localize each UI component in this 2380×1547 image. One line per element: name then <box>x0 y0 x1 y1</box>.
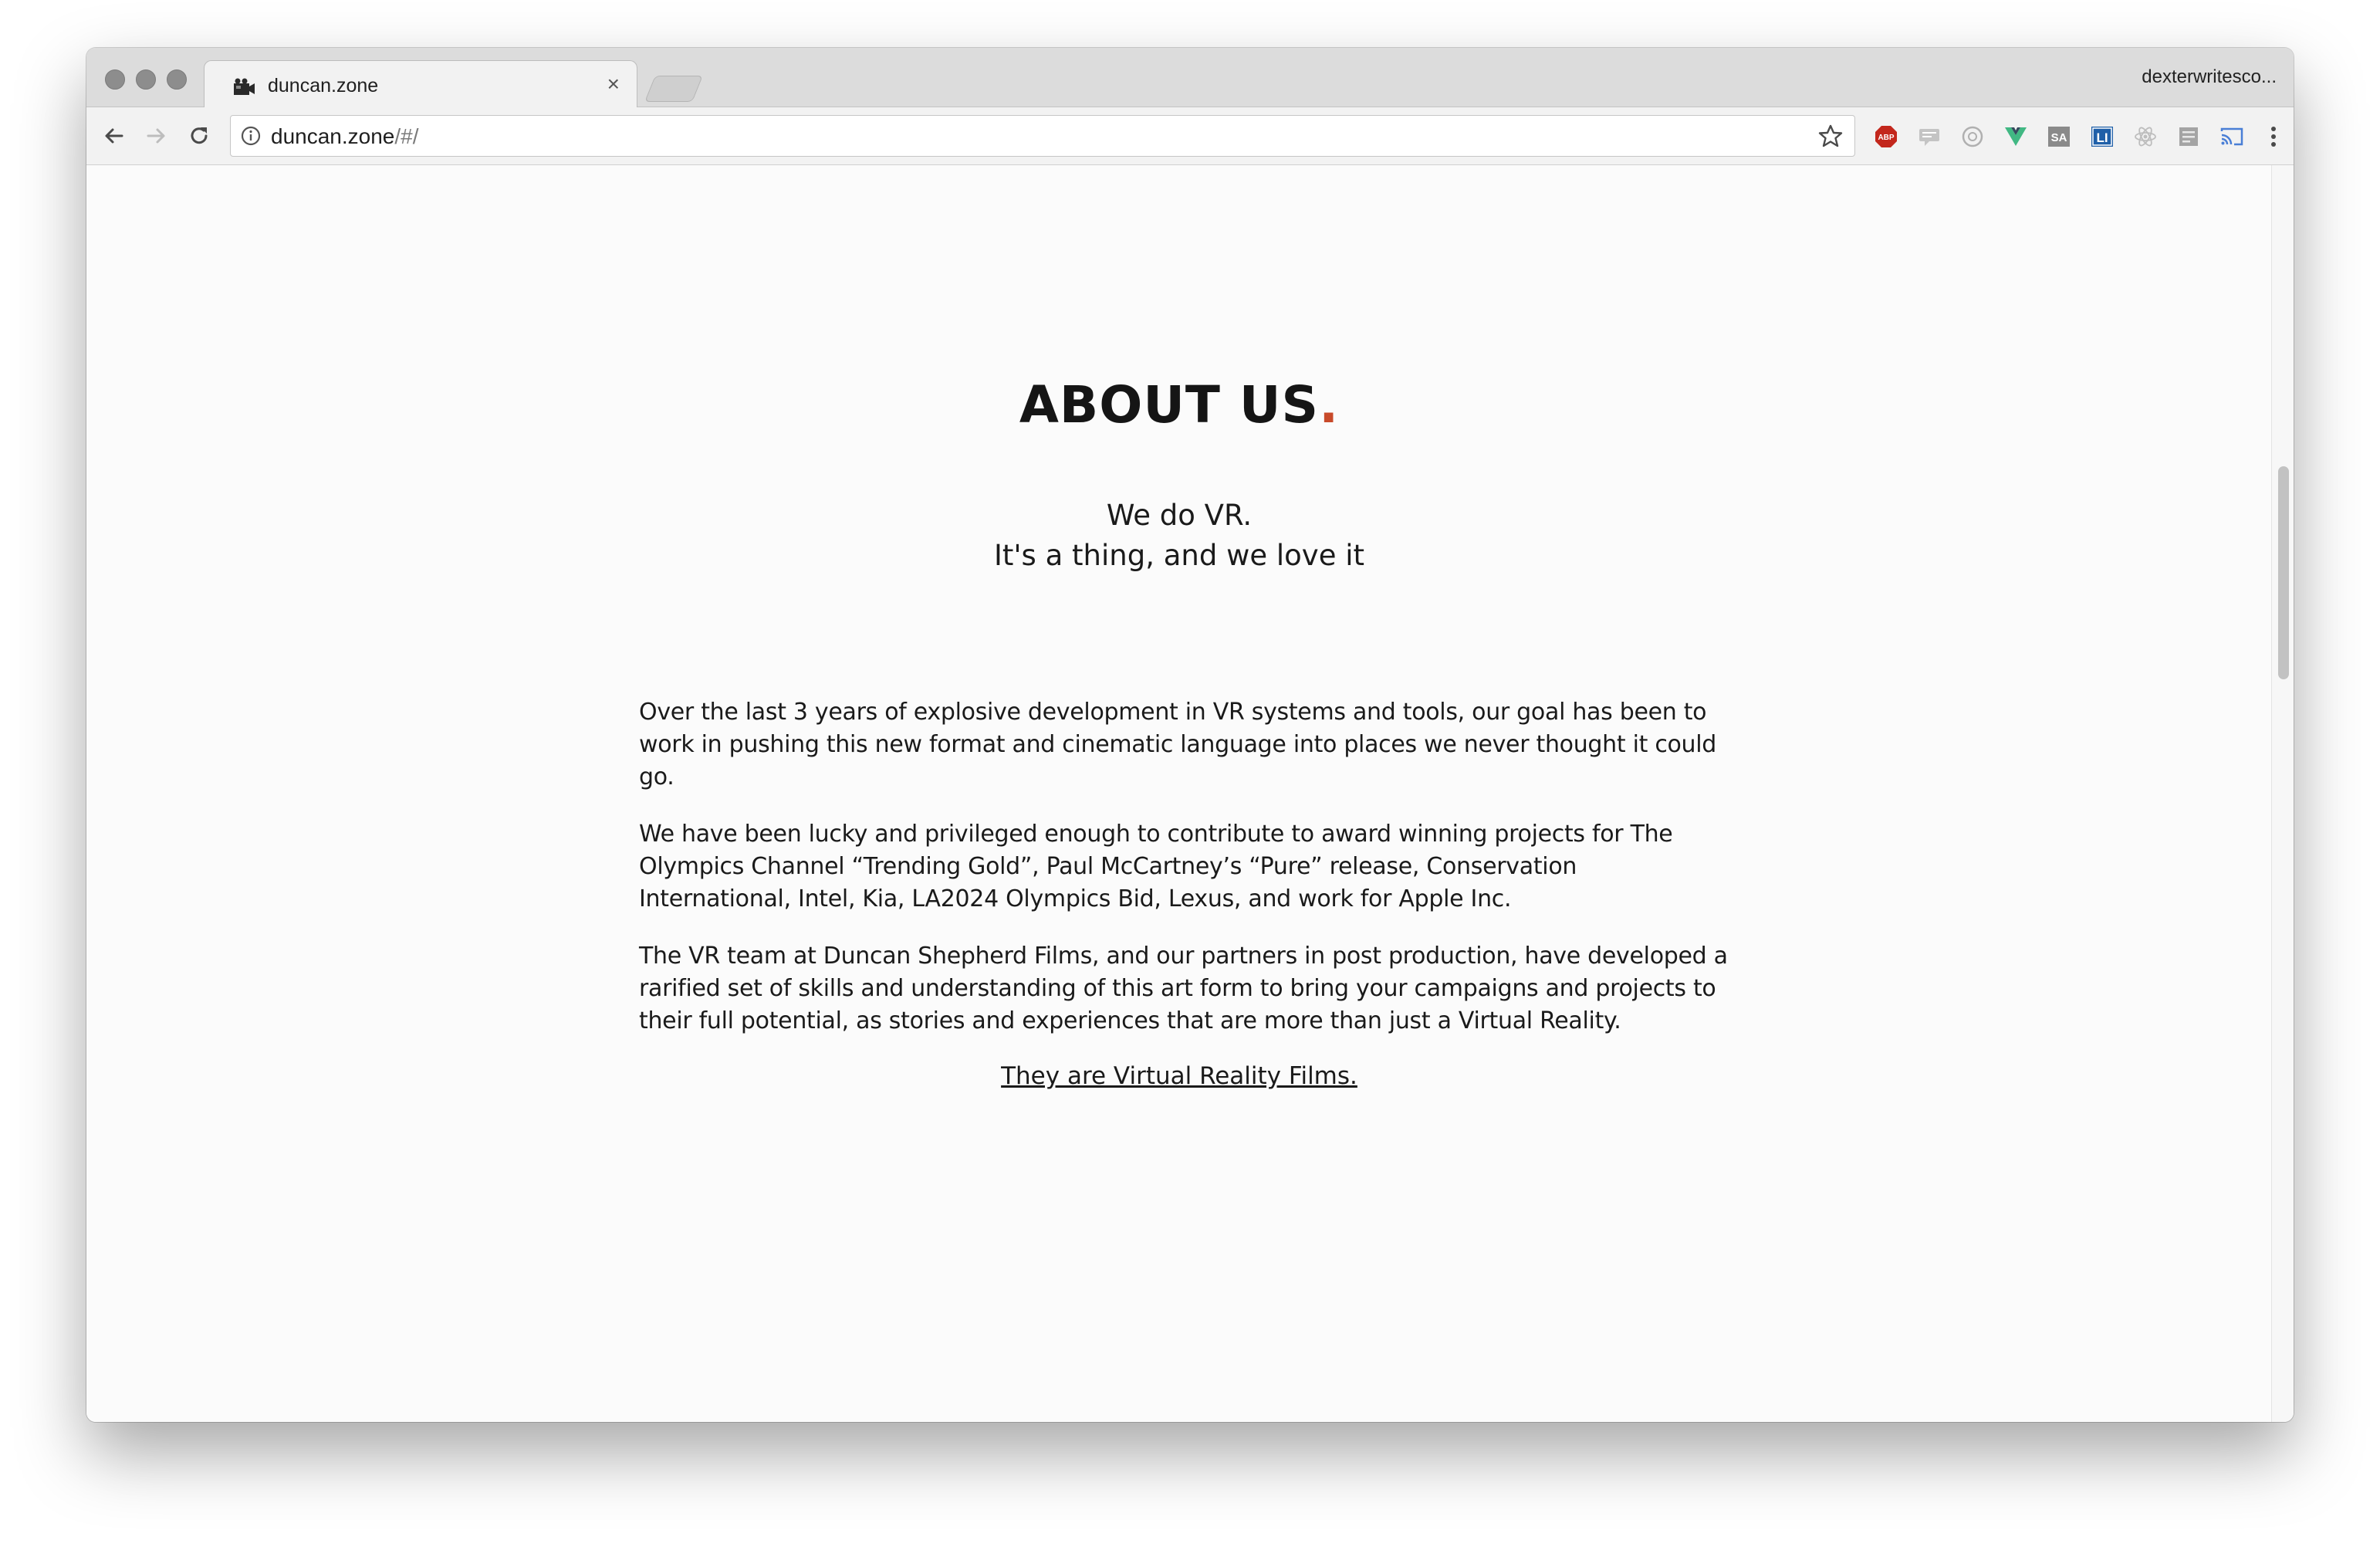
tab-strip: duncan.zone × dexterwritesco... <box>86 48 2294 108</box>
page-scrollbar[interactable] <box>2271 165 2294 1422</box>
page-title-text: ABOUT US <box>1019 375 1320 435</box>
reader-extension-icon[interactable] <box>2176 124 2201 149</box>
profile-name[interactable]: dexterwritesco... <box>2142 66 2277 88</box>
react-devtools-icon[interactable] <box>2133 124 2158 149</box>
info-icon[interactable] <box>240 125 262 147</box>
kebab-menu-icon[interactable] <box>2269 124 2278 149</box>
tab-close-icon[interactable]: × <box>607 72 620 96</box>
sa-extension-icon[interactable]: SA <box>2047 124 2071 149</box>
page-title: ABOUT US. <box>86 375 2272 435</box>
close-window-button[interactable] <box>105 69 125 90</box>
svg-text:LI: LI <box>2096 130 2108 145</box>
about-paragraph: The VR team at Duncan Shepherd Films, an… <box>639 943 1728 1034</box>
svg-text:ABP: ABP <box>1878 134 1894 142</box>
maximize-window-button[interactable] <box>167 69 187 90</box>
address-bar[interactable]: duncan.zone/#/ <box>230 115 1855 157</box>
tagline-line-1: We do VR. <box>1106 499 1253 532</box>
url-path: /#/ <box>394 124 419 148</box>
adblock-plus-icon[interactable]: ABP <box>1874 124 1898 149</box>
toolbar: duncan.zone/#/ ABP SA LI <box>86 107 2294 165</box>
about-paragraph: We have been lucky and privileged enough… <box>639 821 1673 912</box>
svg-text:SA: SA <box>2051 131 2067 144</box>
page-content: ABOUT US. We do VR. It's a thing, and we… <box>86 165 2272 1422</box>
about-paragraph: Over the last 3 years of explosive devel… <box>639 699 1717 790</box>
cast-icon[interactable] <box>2219 124 2244 149</box>
minimize-window-button[interactable] <box>136 69 156 90</box>
virtual-reality-films-link[interactable]: They are Virtual Reality Films. <box>86 1062 2272 1090</box>
back-arrow-icon[interactable] <box>99 120 130 151</box>
browser-window: duncan.zone × dexterwritesco... duncan.z… <box>86 48 2294 1422</box>
reload-icon[interactable] <box>184 120 215 151</box>
tab-title: duncan.zone <box>268 75 379 96</box>
speech-bubble-icon[interactable] <box>1917 124 1942 149</box>
camera-favicon-icon <box>234 78 255 95</box>
vue-devtools-icon[interactable] <box>2003 124 2028 149</box>
li-extension-icon[interactable]: LI <box>2090 124 2115 149</box>
circle-extension-icon[interactable] <box>1960 124 1985 149</box>
tagline-line-2: It's a thing, and we love it <box>993 539 1365 572</box>
tab-duncan-zone[interactable]: duncan.zone × <box>204 60 637 108</box>
scrollbar-thumb[interactable] <box>2278 466 2289 679</box>
url-host: duncan.zone <box>271 124 395 148</box>
bookmark-star-icon[interactable] <box>1817 123 1844 149</box>
url-text: duncan.zone/#/ <box>271 124 419 149</box>
forward-arrow-icon[interactable] <box>140 120 171 151</box>
page-title-dot: . <box>1319 375 1340 435</box>
new-tab-button[interactable] <box>644 76 703 102</box>
